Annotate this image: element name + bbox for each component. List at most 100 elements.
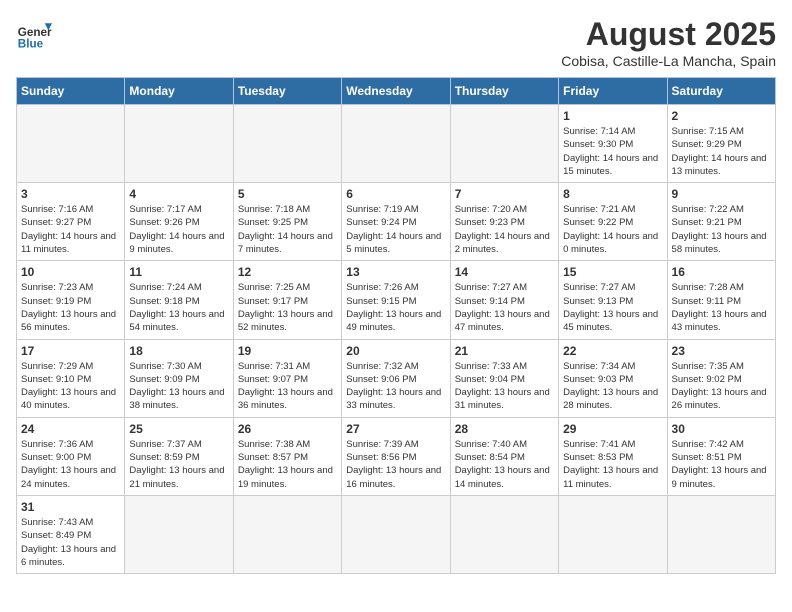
calendar-cell: 18Sunrise: 7:30 AMSunset: 9:09 PMDayligh…	[125, 339, 233, 417]
day-number: 9	[672, 187, 771, 201]
calendar-cell: 10Sunrise: 7:23 AMSunset: 9:19 PMDayligh…	[17, 261, 125, 339]
day-number: 14	[455, 265, 554, 279]
calendar-cell	[233, 105, 341, 183]
page-header: General Blue August 2025 Cobisa, Castill…	[16, 16, 776, 69]
title-block: August 2025 Cobisa, Castille-La Mancha, …	[561, 16, 776, 69]
day-number: 13	[346, 265, 445, 279]
day-info: Sunrise: 7:33 AMSunset: 9:04 PMDaylight:…	[455, 360, 554, 413]
day-info: Sunrise: 7:34 AMSunset: 9:03 PMDaylight:…	[563, 360, 662, 413]
calendar-cell: 13 Sunrise: 7:26 AMSunset: 9:15 PMDayligh…	[342, 261, 450, 339]
day-info: Sunrise: 7:37 AMSunset: 8:59 PMDaylight:…	[129, 438, 228, 491]
day-number: 6	[346, 187, 445, 201]
weekday-header-monday: Monday	[125, 78, 233, 105]
day-info: Sunrise: 7:32 AMSunset: 9:06 PMDaylight:…	[346, 360, 445, 413]
day-info: Sunrise: 7:16 AMSunset: 9:27 PMDaylight:…	[21, 203, 120, 256]
weekday-header-saturday: Saturday	[667, 78, 775, 105]
calendar-cell: 21 Sunrise: 7:33 AMSunset: 9:04 PMDayligh…	[450, 339, 558, 417]
calendar-table: SundayMondayTuesdayWednesdayThursdayFrid…	[16, 77, 776, 574]
day-number: 7	[455, 187, 554, 201]
day-info: Sunrise: 7:15 AMSunset: 9:29 PMDaylight:…	[672, 125, 771, 178]
day-number: 12	[238, 265, 337, 279]
calendar-cell: 6 Sunrise: 7:19 AMSunset: 9:24 PMDaylight…	[342, 183, 450, 261]
day-number: 2	[672, 109, 771, 123]
calendar-cell	[125, 105, 233, 183]
day-number: 29	[563, 422, 662, 436]
day-number: 23	[672, 344, 771, 358]
month-title: August 2025	[561, 16, 776, 53]
day-number: 4	[129, 187, 228, 201]
day-info: Sunrise: 7:27 AMSunset: 9:14 PMDaylight:…	[455, 281, 554, 334]
day-number: 11	[129, 265, 228, 279]
calendar-cell: 11 Sunrise: 7:24 AMSunset: 9:18 PMDayligh…	[125, 261, 233, 339]
day-info: Sunrise: 7:35 AMSunset: 9:02 PMDaylight:…	[672, 360, 771, 413]
calendar-cell	[667, 495, 775, 573]
day-number: 8	[563, 187, 662, 201]
day-info: Sunrise: 7:17 AMSunset: 9:26 PMDaylight:…	[129, 203, 228, 256]
calendar-cell: 8 Sunrise: 7:21 AMSunset: 9:22 PMDaylight…	[559, 183, 667, 261]
day-info: Sunrise: 7:18 AMSunset: 9:25 PMDaylight:…	[238, 203, 337, 256]
calendar-cell: 4 Sunrise: 7:17 AMSunset: 9:26 PMDaylight…	[125, 183, 233, 261]
calendar-cell: 30 Sunrise: 7:42 AMSunset: 8:51 PMDayligh…	[667, 417, 775, 495]
weekday-header-wednesday: Wednesday	[342, 78, 450, 105]
day-number: 30	[672, 422, 771, 436]
calendar-cell	[125, 495, 233, 573]
day-info: Sunrise: 7:36 AMSunset: 9:00 PMDaylight:…	[21, 438, 120, 491]
weekday-header-sunday: Sunday	[17, 78, 125, 105]
day-number: 31	[21, 500, 120, 514]
day-number: 17	[21, 344, 120, 358]
day-info: Sunrise: 7:21 AMSunset: 9:22 PMDaylight:…	[563, 203, 662, 256]
day-number: 26	[238, 422, 337, 436]
calendar-cell: 29Sunrise: 7:41 AMSunset: 8:53 PMDayligh…	[559, 417, 667, 495]
day-number: 1	[563, 109, 662, 123]
day-info: Sunrise: 7:39 AMSunset: 8:56 PMDaylight:…	[346, 438, 445, 491]
day-number: 18	[129, 344, 228, 358]
calendar-cell	[450, 495, 558, 573]
calendar-cell: 28Sunrise: 7:40 AMSunset: 8:54 PMDayligh…	[450, 417, 558, 495]
calendar-cell	[559, 495, 667, 573]
calendar-cell: 15Sunrise: 7:27 AMSunset: 9:13 PMDayligh…	[559, 261, 667, 339]
calendar-week-row: 3 Sunrise: 7:16 AMSunset: 9:27 PMDaylight…	[17, 183, 776, 261]
day-number: 22	[563, 344, 662, 358]
calendar-cell: 19Sunrise: 7:31 AMSunset: 9:07 PMDayligh…	[233, 339, 341, 417]
calendar-cell	[342, 105, 450, 183]
calendar-week-row: 1Sunrise: 7:14 AMSunset: 9:30 PMDaylight…	[17, 105, 776, 183]
day-info: Sunrise: 7:40 AMSunset: 8:54 PMDaylight:…	[455, 438, 554, 491]
calendar-cell: 14 Sunrise: 7:27 AMSunset: 9:14 PMDayligh…	[450, 261, 558, 339]
day-number: 3	[21, 187, 120, 201]
day-info: Sunrise: 7:29 AMSunset: 9:10 PMDaylight:…	[21, 360, 120, 413]
calendar-cell: 25Sunrise: 7:37 AMSunset: 8:59 PMDayligh…	[125, 417, 233, 495]
day-number: 27	[346, 422, 445, 436]
calendar-cell: 27 Sunrise: 7:39 AMSunset: 8:56 PMDayligh…	[342, 417, 450, 495]
logo: General Blue	[16, 16, 52, 52]
calendar-cell	[342, 495, 450, 573]
day-info: Sunrise: 7:43 AMSunset: 8:49 PMDaylight:…	[21, 516, 120, 569]
weekday-header-friday: Friday	[559, 78, 667, 105]
day-info: Sunrise: 7:20 AMSunset: 9:23 PMDaylight:…	[455, 203, 554, 256]
weekday-header-tuesday: Tuesday	[233, 78, 341, 105]
svg-text:Blue: Blue	[18, 38, 44, 51]
calendar-cell: 23 Sunrise: 7:35 AMSunset: 9:02 PMDayligh…	[667, 339, 775, 417]
calendar-cell: 22 Sunrise: 7:34 AMSunset: 9:03 PMDayligh…	[559, 339, 667, 417]
day-number: 21	[455, 344, 554, 358]
day-number: 20	[346, 344, 445, 358]
calendar-cell: 2 Sunrise: 7:15 AMSunset: 9:29 PMDaylight…	[667, 105, 775, 183]
day-info: Sunrise: 7:28 AMSunset: 9:11 PMDaylight:…	[672, 281, 771, 334]
calendar-cell: 26Sunrise: 7:38 AMSunset: 8:57 PMDayligh…	[233, 417, 341, 495]
calendar-week-row: 17 Sunrise: 7:29 AMSunset: 9:10 PMDayligh…	[17, 339, 776, 417]
calendar-cell: 16Sunrise: 7:28 AMSunset: 9:11 PMDayligh…	[667, 261, 775, 339]
calendar-cell: 20 Sunrise: 7:32 AMSunset: 9:06 PMDayligh…	[342, 339, 450, 417]
calendar-cell: 17 Sunrise: 7:29 AMSunset: 9:10 PMDayligh…	[17, 339, 125, 417]
calendar-cell: 9Sunrise: 7:22 AMSunset: 9:21 PMDaylight…	[667, 183, 775, 261]
calendar-week-row: 24Sunrise: 7:36 AMSunset: 9:00 PMDayligh…	[17, 417, 776, 495]
day-info: Sunrise: 7:23 AMSunset: 9:19 PMDaylight:…	[21, 281, 120, 334]
day-info: Sunrise: 7:42 AMSunset: 8:51 PMDaylight:…	[672, 438, 771, 491]
weekday-header-row: SundayMondayTuesdayWednesdayThursdayFrid…	[17, 78, 776, 105]
location-subtitle: Cobisa, Castille-La Mancha, Spain	[561, 53, 776, 69]
calendar-cell: 12Sunrise: 7:25 AMSunset: 9:17 PMDayligh…	[233, 261, 341, 339]
calendar-cell	[233, 495, 341, 573]
day-info: Sunrise: 7:19 AMSunset: 9:24 PMDaylight:…	[346, 203, 445, 256]
day-info: Sunrise: 7:24 AMSunset: 9:18 PMDaylight:…	[129, 281, 228, 334]
day-info: Sunrise: 7:31 AMSunset: 9:07 PMDaylight:…	[238, 360, 337, 413]
day-info: Sunrise: 7:26 AMSunset: 9:15 PMDaylight:…	[346, 281, 445, 334]
day-number: 5	[238, 187, 337, 201]
